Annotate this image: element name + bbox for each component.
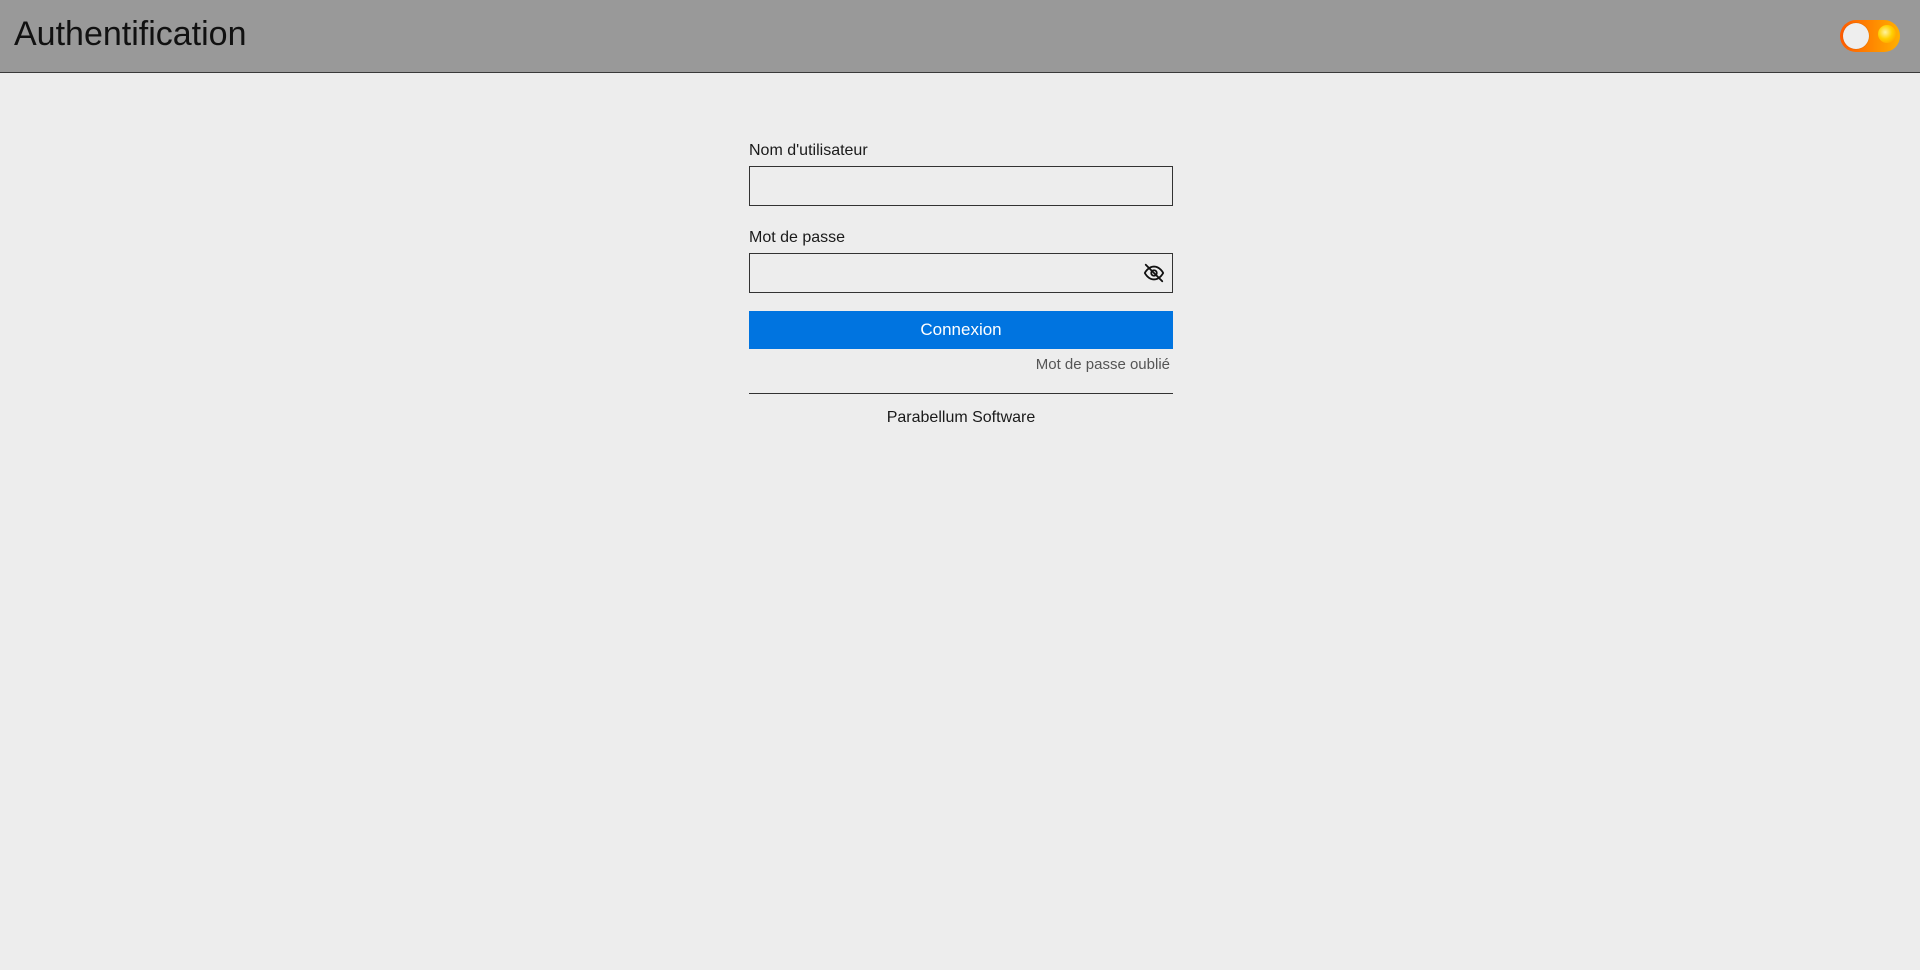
theme-toggle[interactable] [1840,20,1900,52]
sun-icon [1878,25,1896,43]
username-group: Nom d'utilisateur [749,141,1173,206]
eye-slash-icon[interactable] [1143,262,1165,284]
password-group: Mot de passe [749,228,1173,293]
username-label: Nom d'utilisateur [749,142,868,159]
password-input[interactable] [749,253,1173,293]
password-wrapper [749,253,1173,293]
username-input[interactable] [749,166,1173,206]
footer-brand: Parabellum Software [886,409,1036,426]
connect-button[interactable]: Connexion [749,311,1173,349]
top-bar: Authentification [0,0,1920,73]
login-form: Nom d'utilisateur Mot de passe Connexion… [749,141,1173,428]
forgot-password-link[interactable]: Mot de passe oublié [749,355,1170,375]
password-label: Mot de passe [749,229,846,246]
toggle-knob [1843,23,1869,49]
page-title: Authentification [14,15,247,53]
divider [749,393,1173,394]
